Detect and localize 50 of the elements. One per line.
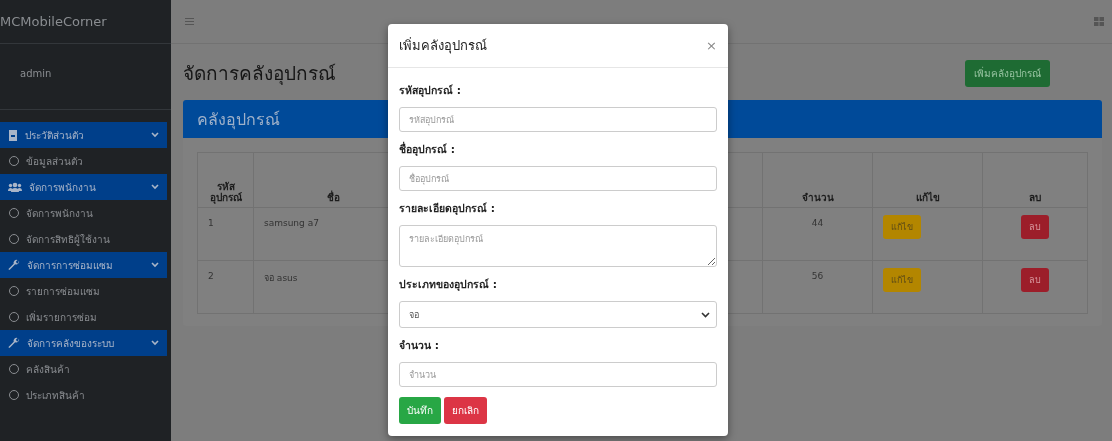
sidebar-item[interactable]: คลังสินค้า (0, 356, 171, 382)
sidebar-group[interactable]: จัดการพนักงาน (0, 174, 167, 200)
id-card-icon (8, 129, 18, 141)
column-header: รหัส อุปกรณ์ (197, 152, 254, 208)
delete-button[interactable]: ลบ (1021, 215, 1049, 239)
edit-button[interactable]: แก้ไข (883, 215, 921, 239)
chevron-icon (151, 184, 159, 190)
text-area[interactable]: รายละเอียดอุปกรณ์ (399, 225, 717, 267)
select-field[interactable]: จอ (399, 301, 717, 328)
sidebar-group[interactable]: จัดการการซ่อมแซม (0, 252, 167, 278)
edit-button[interactable]: แก้ไข (883, 268, 921, 292)
wrench-icon (8, 337, 20, 349)
menu-icon[interactable] (185, 18, 194, 25)
sidebar-item[interactable]: จัดการสิทธิผู้ใช้งาน (0, 226, 171, 252)
sidebar-item[interactable]: เพิ่มรายการซ่อม (0, 304, 171, 330)
chevron-icon (151, 132, 159, 138)
chevron-icon (151, 340, 159, 346)
sidebar-group[interactable]: ประวัติส่วนตัว (0, 122, 167, 148)
sidebar-item[interactable]: รายการซ่อมแซม (0, 278, 171, 304)
page-title: จัดการคลังอุปกรณ์ (183, 61, 336, 87)
table-cell: 2 (197, 260, 254, 314)
save-button[interactable]: บันทึก (399, 397, 441, 424)
grid-icon[interactable] (1094, 17, 1104, 26)
chevron-icon (701, 311, 710, 318)
field-label: จำนวน : (399, 338, 440, 353)
card-title: คลังอุปกรณ์ (197, 108, 280, 132)
input-field[interactable]: รหัสอุปกรณ์ (399, 107, 717, 132)
brand-name: MCMobileCorner (0, 14, 107, 29)
cancel-button[interactable]: ยกเลิก (444, 397, 487, 424)
table-cell: 1 (197, 207, 254, 261)
field-label: รหัสอุปกรณ์ : (399, 83, 462, 99)
table-cell: 56 (762, 260, 873, 314)
wrench-icon (8, 259, 20, 271)
sidebar-item[interactable]: จัดการพนักงาน (0, 200, 171, 226)
table-cell: 44 (762, 207, 873, 261)
sidebar-group[interactable]: จัดการคลังของระบบ (0, 330, 167, 356)
close-button[interactable]: × (706, 38, 717, 53)
users-icon (8, 182, 22, 192)
add-button[interactable]: เพิ่มคลังอุปกรณ์ (965, 59, 1050, 87)
input-field[interactable]: จำนวน (399, 362, 717, 387)
user-name: admin (20, 68, 52, 79)
column-header: แก้ไข (872, 152, 983, 208)
column-header: ลบ (982, 152, 1088, 208)
chevron-icon (151, 262, 159, 268)
sidebar-item[interactable]: ประเภทสินค้า (0, 382, 171, 408)
input-field[interactable]: ชื่ออุปกรณ์ (399, 166, 717, 191)
column-header: จำนวน (762, 152, 873, 208)
sidebar-item[interactable]: ข้อมูลส่วนตัว (0, 148, 171, 174)
modal-title: เพิ่มคลังอุปกรณ์ (399, 36, 487, 56)
delete-button[interactable]: ลบ (1021, 268, 1049, 292)
